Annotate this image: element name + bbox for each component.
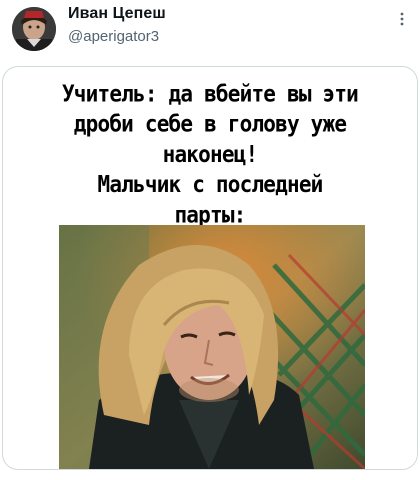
tweet-media[interactable]: Учитель: да вбейте вы эти дроби себе в г… [2, 66, 418, 470]
avatar-image [12, 7, 56, 51]
user-handle[interactable]: @aperigator3 [68, 28, 159, 45]
avatar[interactable] [12, 7, 56, 51]
more-options-icon[interactable] [392, 4, 412, 40]
meme-photo [59, 225, 365, 469]
tweet[interactable]: Иван Цепеш @aperigator3 Учитель: да вбей… [0, 0, 420, 480]
meme-caption: Учитель: да вбейте вы эти дроби себе в г… [61, 80, 359, 228]
display-name[interactable]: Иван Цепеш [68, 5, 166, 23]
meme-photo-image [59, 225, 365, 469]
